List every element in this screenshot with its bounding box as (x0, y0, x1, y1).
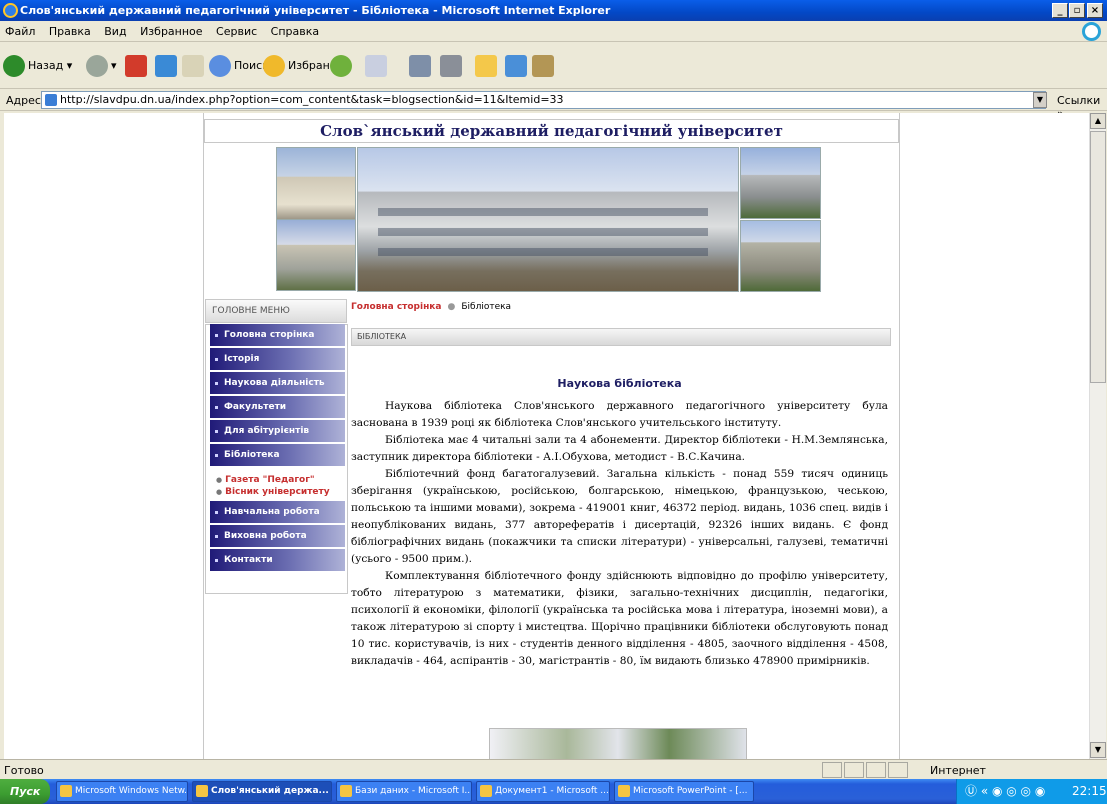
address-label: Адрес: (6, 94, 45, 107)
research-icon[interactable] (532, 55, 554, 77)
menu-item-contacts[interactable]: Контакти (210, 549, 345, 572)
back-arrow-icon (3, 55, 25, 77)
article-paragraph: Комплектування бібліотечного фонду здійс… (351, 570, 888, 667)
search-button[interactable]: Поиск (209, 53, 269, 79)
menu-item-research[interactable]: Наукова діяльність (210, 372, 345, 395)
article: Наукова бібліотека Наукова бібліотека Сл… (351, 356, 888, 670)
system-tray: Ⓤ « ◉ ◎ ◎ ◉ 22:15 (956, 779, 1107, 804)
search-icon (209, 55, 231, 77)
menu-item-applicants[interactable]: Для абітурієнтів (210, 420, 345, 443)
menu-edit[interactable]: Правка (44, 21, 96, 42)
menu-item-home[interactable]: Головна сторінка (210, 324, 345, 347)
address-dropdown-icon[interactable]: ▼ (1033, 92, 1047, 108)
menu-bar: Файл Правка Вид Избранное Сервис Справка (0, 21, 1107, 42)
breadcrumb-home-link[interactable]: Головна сторінка (351, 302, 441, 312)
back-button[interactable]: Назад ▾ (3, 53, 72, 79)
status-bar: Готово Интернет (0, 759, 1107, 779)
forward-arrow-icon (86, 55, 108, 77)
clock: 22:15 (1072, 784, 1107, 798)
taskbar: Пуск Microsoft Windows Netw... Слов'янсь… (0, 779, 1107, 804)
powerpoint-icon (618, 785, 630, 797)
taskbar-item[interactable]: Microsoft PowerPoint - [... (614, 781, 754, 802)
submenu-item-bulletin[interactable]: Вісник університету (216, 487, 330, 498)
site-title: Слов`янський державний педагогічний унів… (204, 119, 899, 143)
campus-photo-2 (276, 219, 356, 291)
window-title: Слов'янський державний педагогічний унів… (20, 4, 611, 17)
word-icon (480, 785, 492, 797)
stop-icon[interactable] (125, 55, 147, 77)
minimize-button[interactable]: _ (1052, 3, 1068, 18)
library-photo (489, 728, 747, 759)
maximize-button[interactable]: ▫ (1069, 3, 1085, 18)
section-title: БІБЛІОТЕКА (351, 328, 891, 346)
main-building-photo (357, 147, 739, 292)
address-input[interactable]: http://slavdpu.dn.ua/index.php?option=co… (41, 91, 1046, 109)
submenu-item-newspaper[interactable]: Газета "Педагог" (216, 475, 315, 486)
scroll-thumb[interactable] (1090, 131, 1106, 383)
close-button[interactable]: × (1087, 3, 1103, 18)
refresh-icon[interactable] (155, 55, 177, 77)
history-icon[interactable] (330, 55, 352, 77)
messenger-icon[interactable] (505, 55, 527, 77)
window-title-bar: Слов'янський державний педагогічний унів… (0, 0, 1107, 21)
article-heading: Наукова бібліотека (557, 377, 682, 390)
breadcrumb-separator-icon: ● (447, 302, 456, 312)
menu-item-upbringing[interactable]: Виховна робота (210, 525, 345, 548)
home-icon[interactable] (182, 55, 204, 77)
edit-icon[interactable] (440, 55, 462, 77)
tray-icons[interactable]: Ⓤ « ◉ ◎ ◎ ◉ (965, 784, 1045, 798)
menu-item-history[interactable]: Історія (210, 348, 345, 371)
print-icon[interactable] (409, 55, 431, 77)
article-paragraph: Бібліотечний фонд багатогалузевий. Загал… (351, 468, 888, 565)
scroll-down-icon[interactable]: ▼ (1090, 742, 1106, 758)
article-paragraph: Бібліотека має 4 читальні зали та 4 абон… (351, 434, 888, 463)
start-button[interactable]: Пуск (0, 779, 50, 804)
taskbar-item[interactable]: Microsoft Windows Netw... (56, 781, 188, 802)
address-bar: Адрес: http://slavdpu.dn.ua/index.php?op… (0, 89, 1107, 120)
windows-logo-icon (1082, 22, 1101, 41)
breadcrumb-current: Бібліотека (461, 302, 512, 312)
menu-tools[interactable]: Сервис (211, 21, 262, 42)
scroll-up-icon[interactable]: ▲ (1090, 113, 1106, 129)
status-text: Готово (4, 764, 44, 777)
taskbar-item[interactable]: Документ1 - Microsoft ... (476, 781, 610, 802)
vertical-scrollbar[interactable]: ▲ ▼ (1089, 113, 1106, 759)
menu-file[interactable]: Файл (0, 21, 40, 42)
taskbar-item[interactable]: Бази даних - Microsoft I... (336, 781, 472, 802)
ie-icon (196, 785, 208, 797)
menu-view[interactable]: Вид (99, 21, 131, 42)
mail-icon[interactable] (365, 55, 387, 77)
favorites-star-icon (263, 55, 285, 77)
menu-help[interactable]: Справка (266, 21, 324, 42)
menu-item-education[interactable]: Навчальна робота (210, 501, 345, 524)
folder-icon[interactable] (475, 55, 497, 77)
menu-item-faculties[interactable]: Факультети (210, 396, 345, 419)
ie-icon (340, 785, 352, 797)
site-page: Слов`янський державний педагогічний унів… (203, 113, 900, 759)
page-icon (45, 94, 57, 106)
network-icon (60, 785, 72, 797)
toolbar: Назад ▾ ▾ Поиск Избранное (0, 43, 1107, 89)
menu-favorites[interactable]: Избранное (135, 21, 207, 42)
breadcrumb: Головна сторінка ● Бібліотека (351, 299, 901, 317)
campus-photo-3 (740, 147, 821, 219)
menu-item-library[interactable]: Бібліотека (210, 444, 345, 467)
forward-button[interactable]: ▾ (86, 53, 117, 79)
security-zone: Интернет (930, 764, 986, 777)
main-menu-title: ГОЛОВНЕ МЕНЮ (205, 299, 347, 323)
campus-photo-4 (740, 220, 821, 292)
article-paragraph: Наукова бібліотека Слов'янського державн… (351, 400, 888, 429)
taskbar-item-active[interactable]: Слов'янський держа... (192, 781, 332, 802)
web-viewport: Слов`янський державний педагогічний унів… (4, 113, 1089, 759)
ie-icon (3, 3, 18, 18)
